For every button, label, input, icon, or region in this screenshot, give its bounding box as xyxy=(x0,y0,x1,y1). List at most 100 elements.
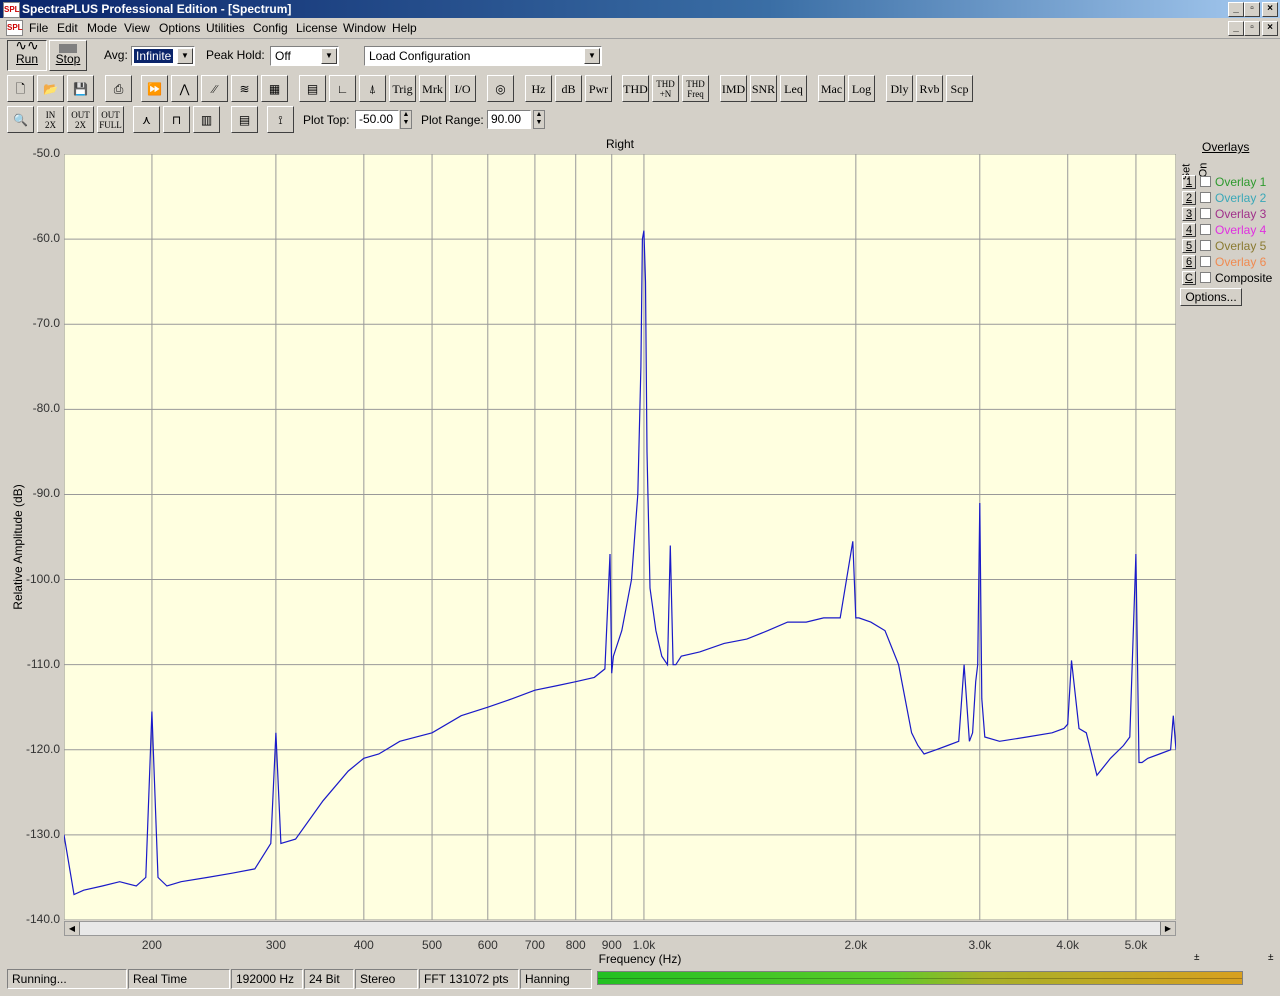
overlay-label: Overlay 4 xyxy=(1215,223,1267,237)
time-series-icon[interactable]: ∕∕ xyxy=(201,75,228,102)
menu-file[interactable]: File xyxy=(29,21,48,35)
axes-icon[interactable]: ∟ xyxy=(329,75,356,102)
status-channels: Stereo xyxy=(355,969,418,989)
overlay-set-button[interactable]: 1 xyxy=(1182,175,1196,189)
peak-marker-icon[interactable]: ⍋ xyxy=(359,75,386,102)
app-icon[interactable]: SPL xyxy=(3,2,20,18)
line-plot-icon[interactable]: ⋏ xyxy=(133,106,160,133)
open-icon[interactable]: 📂 xyxy=(37,75,64,102)
menu-mode[interactable]: Mode xyxy=(87,21,117,35)
menu-config[interactable]: Config xyxy=(253,21,288,35)
chevron-down-icon[interactable]: ▼ xyxy=(584,48,600,64)
step-plot-icon[interactable]: ⊓ xyxy=(163,106,190,133)
menu-license[interactable]: License xyxy=(296,21,337,35)
overlay-set-button[interactable]: 6 xyxy=(1182,255,1196,269)
status-fft-size: FFT 131072 pts xyxy=(419,969,519,989)
thd-button[interactable]: THD xyxy=(622,75,649,102)
doc-restore-button[interactable]: ▫ xyxy=(1244,21,1260,36)
overlay-on-checkbox[interactable] xyxy=(1200,240,1211,251)
plot-range-input[interactable]: 90.00 xyxy=(487,110,531,129)
fast-forward-icon[interactable]: ⏩ xyxy=(141,75,168,102)
zoom-in-2x-icon[interactable]: IN 2X xyxy=(37,106,64,133)
overlay-label: Overlay 2 xyxy=(1215,191,1267,205)
db-button[interactable]: dB xyxy=(555,75,582,102)
mac-button[interactable]: Mac xyxy=(818,75,845,102)
overlay-set-button[interactable]: C xyxy=(1182,271,1196,285)
doc-close-button[interactable]: × xyxy=(1262,21,1278,36)
menu-utilities[interactable]: Utilities xyxy=(206,21,245,35)
overlay-on-checkbox[interactable] xyxy=(1200,208,1211,219)
scp-button[interactable]: Scp xyxy=(946,75,973,102)
overlay-set-button[interactable]: 4 xyxy=(1182,223,1196,237)
overlay-on-checkbox[interactable] xyxy=(1200,272,1211,283)
zoom-icon[interactable]: 🔍 xyxy=(7,106,34,133)
load-configuration-select[interactable]: Load Configuration ▼ xyxy=(364,46,602,66)
thd-n-button[interactable]: THD +N xyxy=(652,75,679,102)
x-tick-label: 200 xyxy=(141,938,162,952)
menu-window[interactable]: Window xyxy=(343,21,386,35)
thd-freq-button[interactable]: THD Freq xyxy=(682,75,709,102)
overlay-on-checkbox[interactable] xyxy=(1200,256,1211,267)
plot-top-value: -50.00 xyxy=(359,112,394,126)
document-icon[interactable]: SPL xyxy=(6,20,23,36)
waterfall-icon[interactable]: ≋ xyxy=(231,75,258,102)
overlay-on-checkbox[interactable] xyxy=(1200,192,1211,203)
peak-hold-select[interactable]: Off ▼ xyxy=(270,46,339,66)
overlay-options-button[interactable]: Options... xyxy=(1180,288,1242,306)
overlay-label: Overlay 6 xyxy=(1215,255,1267,269)
minimize-button[interactable]: _ xyxy=(1228,2,1244,17)
snr-button[interactable]: SNR xyxy=(750,75,777,102)
scale-icon[interactable]: ⟟ xyxy=(267,106,294,133)
plot-range-spinner[interactable]: ▲ ▼ xyxy=(533,110,545,129)
title-bar: SPL SpectraPLUS Professional Edition - [… xyxy=(0,0,1280,18)
menu-options[interactable]: Options xyxy=(159,21,200,35)
rvb-button[interactable]: Rvb xyxy=(916,75,943,102)
chevron-down-icon[interactable]: ▼ xyxy=(177,48,193,64)
restore-button[interactable]: ▫ xyxy=(1244,2,1260,17)
dly-button[interactable]: Dly xyxy=(886,75,913,102)
plot-top-input[interactable]: -50.00 xyxy=(355,110,399,129)
menu-edit[interactable]: Edit xyxy=(57,21,78,35)
stop-button[interactable]: Stop xyxy=(49,40,87,71)
trig-button[interactable]: Trig xyxy=(389,75,416,102)
print-icon[interactable]: ⎙ xyxy=(105,75,132,102)
doc-minimize-button[interactable]: _ xyxy=(1228,21,1244,36)
hz-button[interactable]: Hz xyxy=(525,75,552,102)
run-button[interactable]: ∿∿ Run xyxy=(7,40,47,71)
zoom-out-full-icon[interactable]: OUT FULL xyxy=(97,106,124,133)
spectrogram-icon[interactable]: ▦ xyxy=(261,75,288,102)
zoom-out-2x-icon[interactable]: OUT 2X xyxy=(67,106,94,133)
display-settings-icon[interactable]: ▤ xyxy=(231,106,258,133)
spectrum-chart[interactable] xyxy=(64,154,1176,920)
settings-panel-icon[interactable]: ▤ xyxy=(299,75,326,102)
x-tick-label: 2.0k xyxy=(844,938,868,952)
status-bit-depth: 24 Bit xyxy=(304,969,354,989)
io-button[interactable]: I/O xyxy=(449,75,476,102)
scroll-left-icon[interactable]: ◀ xyxy=(65,922,80,935)
menu-view[interactable]: View xyxy=(124,21,150,35)
signal-generator-icon[interactable]: ◎ xyxy=(487,75,514,102)
plot-top-spinner[interactable]: ▲ ▼ xyxy=(400,110,412,129)
horizontal-scrollbar[interactable]: ◀ ▶ xyxy=(64,921,1176,936)
overlay-set-button[interactable]: 5 xyxy=(1182,239,1196,253)
overlay-set-button[interactable]: 2 xyxy=(1182,191,1196,205)
bar-plot-icon[interactable]: ▥ xyxy=(193,106,220,133)
scroll-right-icon[interactable]: ▶ xyxy=(1160,922,1175,935)
overlay-on-checkbox[interactable] xyxy=(1200,176,1211,187)
y-tick-label: -80.0 xyxy=(32,401,60,416)
avg-select[interactable]: Infinite ▼ xyxy=(131,46,195,66)
chevron-down-icon[interactable]: ▼ xyxy=(321,48,337,64)
overlays-title[interactable]: Overlays xyxy=(1202,140,1249,154)
close-button[interactable]: × xyxy=(1262,2,1278,17)
leq-button[interactable]: Leq xyxy=(780,75,807,102)
imd-button[interactable]: IMD xyxy=(720,75,747,102)
overlay-on-checkbox[interactable] xyxy=(1200,224,1211,235)
new-icon[interactable]: 🗋 xyxy=(7,75,34,102)
menu-help[interactable]: Help xyxy=(392,21,417,35)
log-button[interactable]: Log xyxy=(848,75,875,102)
save-icon[interactable]: 💾 xyxy=(67,75,94,102)
overlay-set-button[interactable]: 3 xyxy=(1182,207,1196,221)
pwr-button[interactable]: Pwr xyxy=(585,75,612,102)
spectrum-mode-icon[interactable]: ⋀ xyxy=(171,75,198,102)
mrk-button[interactable]: Mrk xyxy=(419,75,446,102)
